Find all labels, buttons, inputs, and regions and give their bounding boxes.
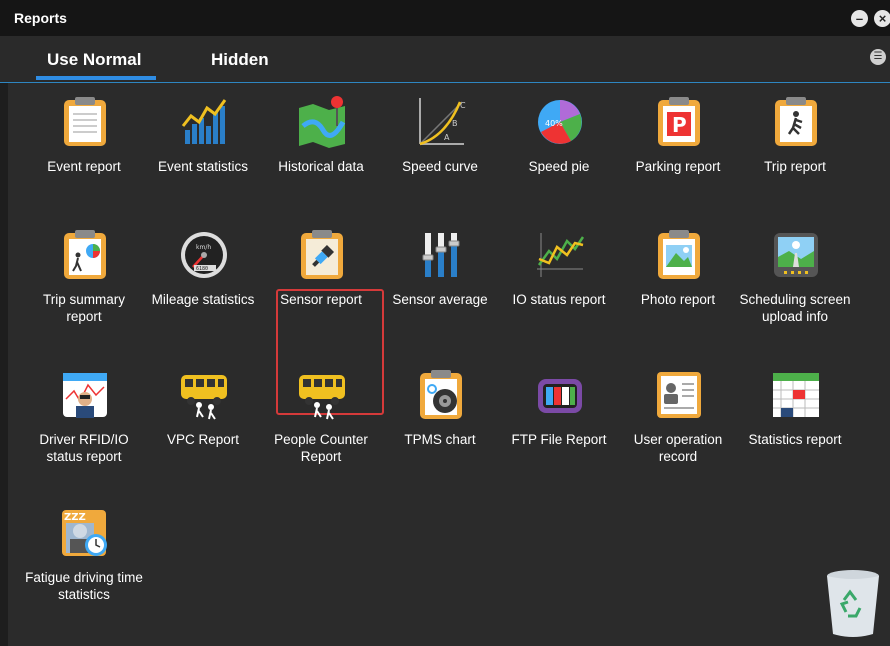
trip-summary-clipboard-icon (60, 229, 110, 281)
report-label: Sensor average (392, 292, 488, 307)
report-scheduling-screen-upload-info[interactable]: Scheduling screen upload info (736, 229, 854, 359)
svg-text:40%: 40% (545, 119, 563, 128)
report-speed-curve[interactable]: ABC Speed curve (381, 96, 499, 196)
report-label: User operation record (633, 432, 723, 464)
minimize-icon[interactable]: – (851, 10, 868, 27)
report-label: Scheduling screen upload info (739, 292, 851, 324)
report-people-counter-report[interactable]: People Counter Report (262, 369, 380, 479)
report-label: Mileage statistics (151, 292, 255, 307)
report-label: Speed pie (528, 159, 590, 174)
photo-clipboard-icon (654, 229, 704, 281)
report-historical-data[interactable]: Historical data (262, 96, 380, 196)
report-label: IO status report (512, 292, 606, 307)
sleep-clock-icon: ZZZ (60, 507, 110, 559)
tab-hidden[interactable]: Hidden (211, 50, 269, 70)
driver-chart-icon (60, 369, 110, 421)
report-trip-summary-report[interactable]: Trip summary report (25, 229, 143, 349)
tire-clipboard-icon (416, 369, 466, 421)
pie-chart-icon: 40% (535, 96, 585, 148)
report-label: Fatigue driving time statistics (25, 570, 143, 602)
tab-use-normal[interactable]: Use Normal (47, 50, 141, 70)
report-vpc-report[interactable]: VPC Report (144, 369, 262, 479)
svg-text:ZZZ: ZZZ (64, 512, 86, 523)
list-menu-icon[interactable]: ☰ (870, 49, 886, 65)
report-mileage-statistics[interactable]: km/h 6180 Mileage statistics (144, 229, 262, 349)
report-label: Trip report (764, 159, 826, 174)
speedometer-icon: km/h 6180 (179, 229, 229, 281)
bar-line-chart-icon (179, 96, 229, 148)
report-label: Trip summary report (42, 292, 125, 324)
report-label: Parking report (635, 159, 721, 174)
report-label: VPC Report (166, 432, 240, 447)
report-sensor-average[interactable]: Sensor average (381, 229, 499, 349)
bus-counter-icon (297, 369, 347, 421)
sensor-clipboard-icon (297, 229, 347, 281)
report-sensor-report[interactable]: Sensor report (262, 229, 380, 349)
report-event-report[interactable]: Event report (25, 96, 143, 196)
spreadsheet-icon (771, 369, 821, 421)
parking-clipboard-icon: P (654, 96, 704, 148)
report-tpms-chart[interactable]: TPMS chart (381, 369, 499, 479)
window-title: Reports (14, 10, 67, 26)
walking-clipboard-icon (771, 96, 821, 148)
report-label: Speed curve (402, 159, 478, 174)
report-ftp-file-report[interactable]: FTP File Report (500, 369, 618, 479)
svg-text:C: C (460, 101, 466, 110)
report-label: Event report (47, 159, 121, 174)
map-pin-icon (297, 96, 347, 148)
report-label: Photo report (640, 292, 716, 307)
bus-people-icon (179, 369, 229, 421)
report-fatigue-driving-time-statistics[interactable]: ZZZ Fatigue driving time statistics (25, 507, 143, 617)
line-chart-icon (535, 229, 585, 281)
report-label: TPMS chart (404, 432, 476, 447)
reports-grid: Event report Event statistics Historical… (8, 83, 890, 646)
tv-icon (535, 369, 585, 421)
svg-text:A: A (444, 133, 450, 142)
report-statistics-report[interactable]: Statistics report (736, 369, 854, 479)
clipboard-icon (60, 96, 110, 148)
report-user-operation-record[interactable]: User operation record (619, 369, 737, 479)
report-trip-report[interactable]: Trip report (736, 96, 854, 196)
svg-text:P: P (672, 113, 687, 137)
screen-upload-icon (771, 229, 821, 281)
report-label: Sensor report (280, 292, 362, 307)
curve-chart-icon: ABC (416, 96, 466, 148)
report-label: FTP File Report (511, 432, 607, 447)
svg-text:6180: 6180 (196, 266, 208, 272)
title-bar: Reports – × (0, 0, 890, 36)
report-event-statistics[interactable]: Event statistics (144, 96, 262, 196)
report-speed-pie[interactable]: 40% Speed pie (500, 96, 618, 196)
report-driver-rfid-io-status-report[interactable]: Driver RFID/IO status report (25, 369, 143, 479)
report-label: Statistics report (748, 432, 842, 447)
sliders-icon (416, 229, 466, 281)
report-label: Historical data (278, 159, 364, 174)
active-tab-indicator (36, 76, 156, 80)
report-photo-report[interactable]: Photo report (619, 229, 737, 349)
report-label: Driver RFID/IO status report (39, 432, 129, 464)
report-io-status-report[interactable]: IO status report (500, 229, 618, 349)
svg-text:km/h: km/h (196, 244, 211, 251)
svg-text:B: B (452, 119, 458, 128)
report-parking-report[interactable]: P Parking report (619, 96, 737, 196)
close-icon[interactable]: × (874, 10, 890, 27)
user-card-icon (654, 369, 704, 421)
tab-bar: Use Normal Hidden ☰ (0, 36, 890, 83)
recycle-bin-icon[interactable] (824, 568, 882, 640)
report-label: Event statistics (157, 159, 249, 174)
report-label: People Counter Report (274, 432, 368, 464)
